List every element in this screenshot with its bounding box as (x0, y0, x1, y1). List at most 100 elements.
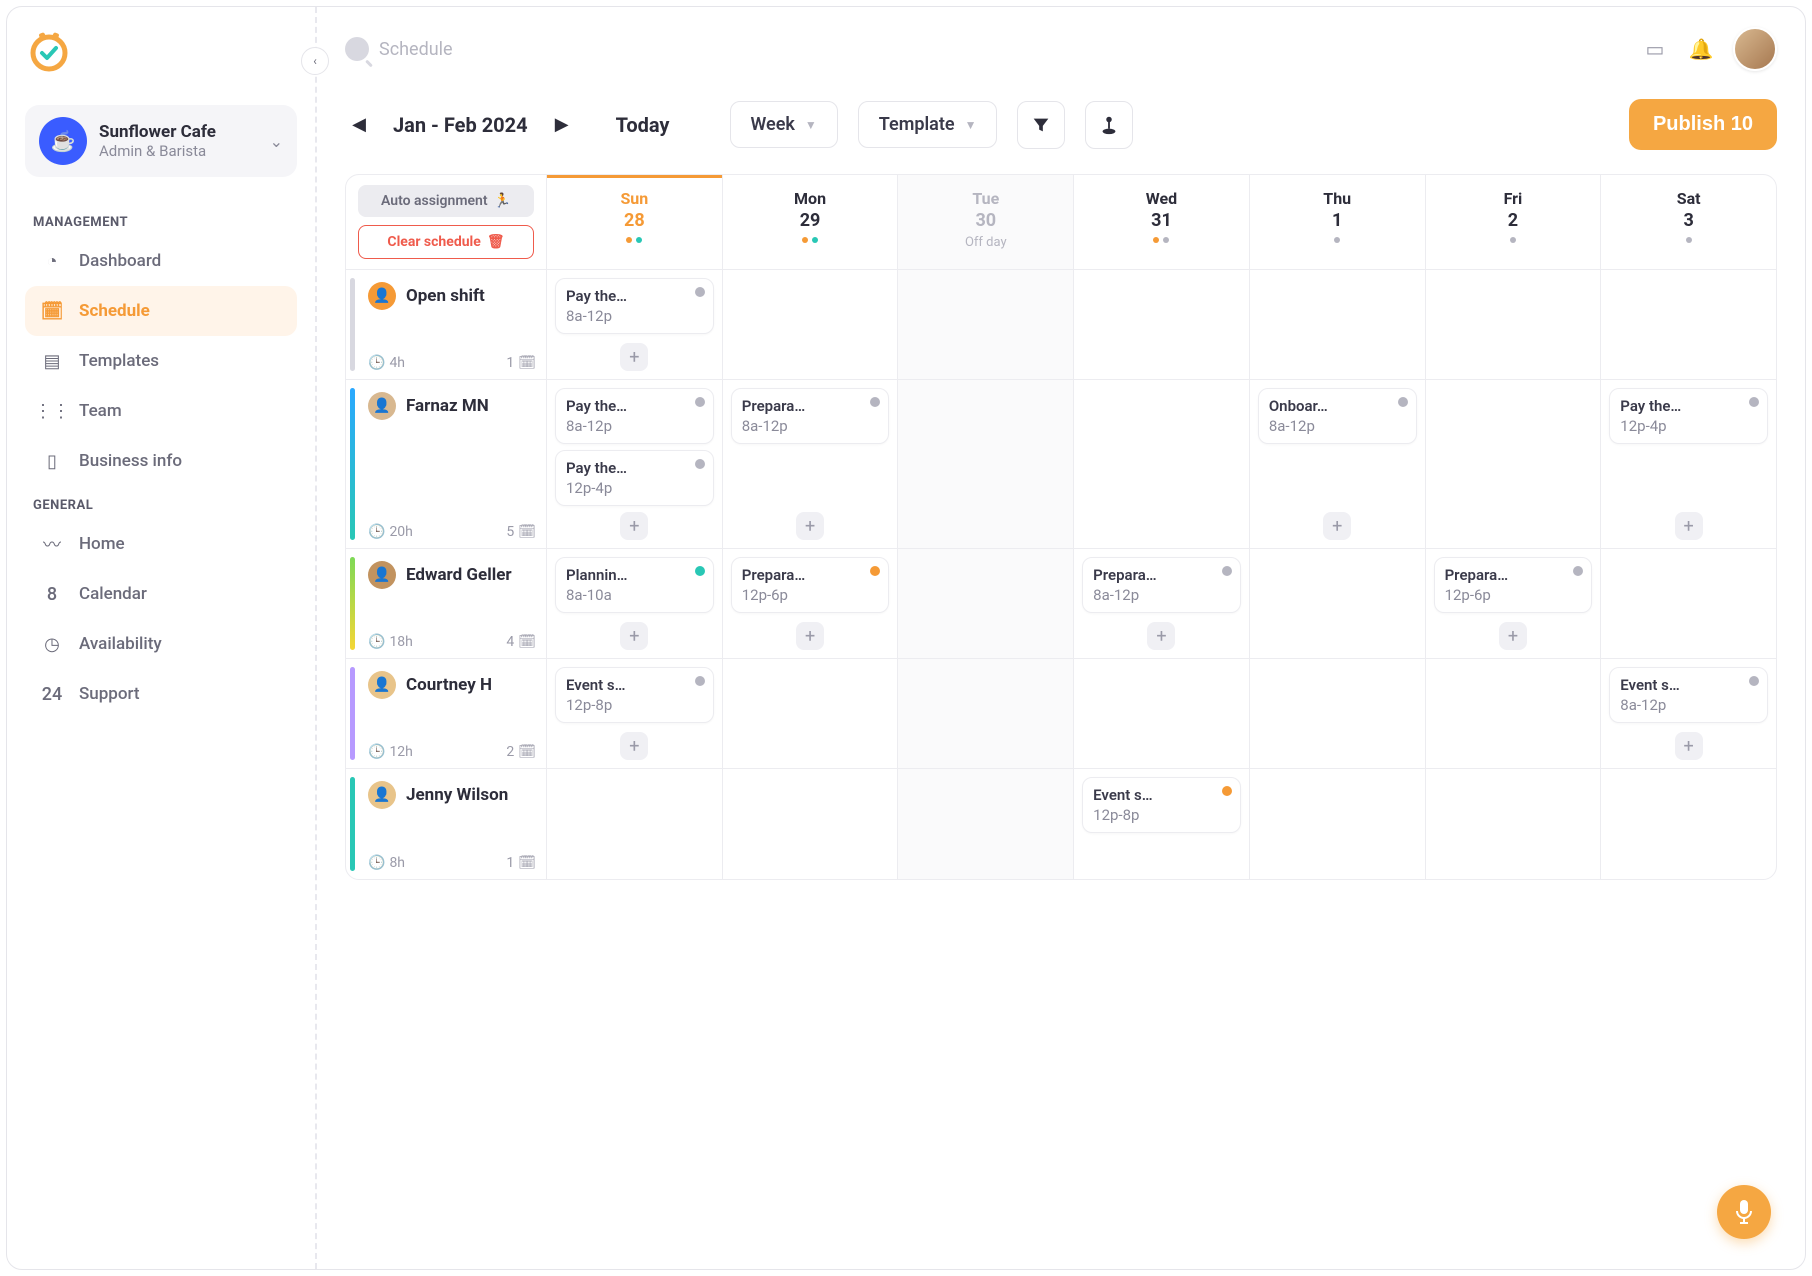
schedule-cell[interactable]: Prepara… 8a-12p + (722, 380, 898, 548)
shift-title: Onboar… (1269, 397, 1406, 415)
schedule-cell[interactable] (1249, 549, 1425, 658)
shift-card[interactable]: Event s… 12p-8p (1082, 777, 1241, 833)
day-header[interactable]: Sat 3 (1600, 175, 1776, 269)
shift-card[interactable]: Pay the… 12p-4p (555, 450, 714, 506)
sidebar-item-home[interactable]: 〰Home (25, 519, 297, 569)
schedule-cell[interactable] (1600, 769, 1776, 879)
schedule-cell[interactable]: Prepara… 12p-6p + (1425, 549, 1601, 658)
shift-title: Prepara… (742, 397, 879, 415)
schedule-cell[interactable]: Pay the… 8a-12p + (546, 270, 722, 379)
sidebar-item-team[interactable]: ⋮⋮Team (25, 386, 297, 436)
schedule-cell[interactable]: Event s… 8a-12p + (1600, 659, 1776, 768)
shift-card[interactable]: Pay the… 8a-12p (555, 388, 714, 444)
sidebar-item-business[interactable]: ▯Business info (25, 436, 297, 486)
add-shift-button[interactable]: + (1323, 512, 1351, 540)
bell-icon[interactable]: 🔔 (1687, 35, 1715, 63)
shift-card[interactable]: Prepara… 12p-6p (731, 557, 890, 613)
shift-status-dot (695, 676, 705, 686)
schedule-cell[interactable] (897, 549, 1073, 658)
sidebar-item-support[interactable]: 24Support (25, 669, 297, 719)
add-shift-button[interactable]: + (620, 732, 648, 760)
schedule-cell[interactable] (897, 769, 1073, 879)
schedule-cell[interactable] (1073, 270, 1249, 379)
schedule-cell[interactable] (1425, 769, 1601, 879)
view-dropdown[interactable]: Week ▼ (730, 101, 838, 148)
next-period-button[interactable]: ▶ (548, 111, 576, 139)
schedule-cell[interactable] (722, 659, 898, 768)
sidebar-item-schedule[interactable]: 🗓Schedule (25, 286, 297, 336)
add-shift-button[interactable]: + (1675, 732, 1703, 760)
add-shift-button[interactable]: + (1675, 512, 1703, 540)
shift-card[interactable]: Prepara… 12p-6p (1434, 557, 1593, 613)
schedule-cell[interactable] (897, 380, 1073, 548)
prev-period-button[interactable]: ◀ (345, 111, 373, 139)
schedule-cell[interactable] (897, 270, 1073, 379)
sidebar-item-templates[interactable]: ▤Templates (25, 336, 297, 386)
publish-button[interactable]: Publish 10 (1629, 99, 1777, 150)
add-shift-button[interactable]: + (620, 512, 648, 540)
shift-card[interactable]: Onboar… 8a-12p (1258, 388, 1417, 444)
voice-fab[interactable] (1717, 1185, 1771, 1239)
today-button[interactable]: Today (616, 113, 670, 137)
schedule-cell[interactable] (546, 769, 722, 879)
status-dot (1153, 237, 1159, 243)
day-header[interactable]: Fri 2 (1425, 175, 1601, 269)
workspace-role: Admin & Barista (99, 142, 258, 160)
add-shift-button[interactable]: + (1499, 622, 1527, 650)
schedule-cell[interactable]: Prepara… 8a-12p + (1073, 549, 1249, 658)
schedule-cell[interactable] (1249, 769, 1425, 879)
schedule-cell[interactable]: Pay the… 8a-12p Pay the… 12p-4p + (546, 380, 722, 548)
day-header[interactable]: Sun 28 (546, 175, 722, 269)
schedule-cell[interactable] (1073, 659, 1249, 768)
shift-status-dot (1749, 676, 1759, 686)
auto-assignment-button[interactable]: Auto assignment 🏃 (358, 185, 534, 217)
clear-schedule-button[interactable]: Clear schedule 🗑 (358, 225, 534, 259)
day-header[interactable]: Tue 30 Off day (897, 175, 1073, 269)
shift-card[interactable]: Prepara… 8a-12p (1082, 557, 1241, 613)
schedule-cell[interactable] (1073, 380, 1249, 548)
add-shift-button[interactable]: + (620, 343, 648, 371)
schedule-cell[interactable] (1600, 549, 1776, 658)
shift-card[interactable]: Event s… 12p-8p (555, 667, 714, 723)
schedule-cell[interactable] (1249, 659, 1425, 768)
schedule-cell[interactable]: Prepara… 12p-6p + (722, 549, 898, 658)
sidebar-item-calendar[interactable]: 8Calendar (25, 569, 297, 619)
schedule-cell[interactable]: Onboar… 8a-12p + (1249, 380, 1425, 548)
search[interactable]: Schedule (345, 37, 1625, 61)
schedule-cell[interactable] (897, 659, 1073, 768)
schedule-cell[interactable] (1249, 270, 1425, 379)
shift-card[interactable]: Prepara… 8a-12p (731, 388, 890, 444)
shift-status-dot (1573, 566, 1583, 576)
chat-icon[interactable]: ▭ (1641, 35, 1669, 63)
day-header[interactable]: Wed 31 (1073, 175, 1249, 269)
day-header[interactable]: Mon 29 (722, 175, 898, 269)
schedule-cell[interactable] (1425, 380, 1601, 548)
schedule-cell[interactable] (722, 270, 898, 379)
sidebar-item-availability[interactable]: ◷Availability (25, 619, 297, 669)
shift-card[interactable]: Plannin… 8a-10a (555, 557, 714, 613)
schedule-cell[interactable] (1425, 270, 1601, 379)
schedule-cell[interactable] (722, 769, 898, 879)
shift-card[interactable]: Event s… 8a-12p (1609, 667, 1768, 723)
joystick-button[interactable] (1085, 101, 1133, 149)
sidebar-item-dashboard[interactable]: ◔Dashboard (25, 236, 297, 286)
schedule-cell[interactable]: Event s… 12p-8p + (546, 659, 722, 768)
schedule-cell[interactable] (1600, 270, 1776, 379)
template-dropdown[interactable]: Template ▼ (858, 101, 998, 148)
schedule-cell[interactable]: Event s… 12p-8p (1073, 769, 1249, 879)
add-shift-button[interactable]: + (796, 512, 824, 540)
person-name: Edward Geller (406, 565, 512, 585)
schedule-cell[interactable]: Plannin… 8a-10a + (546, 549, 722, 658)
add-shift-button[interactable]: + (796, 622, 824, 650)
workspace-switcher[interactable]: ☕ Sunflower Cafe Admin & Barista ⌄ (25, 105, 297, 177)
filter-button[interactable] (1017, 101, 1065, 149)
schedule-cell[interactable]: Pay the… 12p-4p + (1600, 380, 1776, 548)
add-shift-button[interactable]: + (1147, 622, 1175, 650)
shift-card[interactable]: Pay the… 12p-4p (1609, 388, 1768, 444)
shift-card[interactable]: Pay the… 8a-12p (555, 278, 714, 334)
user-avatar[interactable] (1733, 27, 1777, 71)
add-shift-button[interactable]: + (620, 622, 648, 650)
sidebar-collapse-button[interactable]: ‹ (301, 47, 329, 75)
day-header[interactable]: Thu 1 (1249, 175, 1425, 269)
schedule-cell[interactable] (1425, 659, 1601, 768)
